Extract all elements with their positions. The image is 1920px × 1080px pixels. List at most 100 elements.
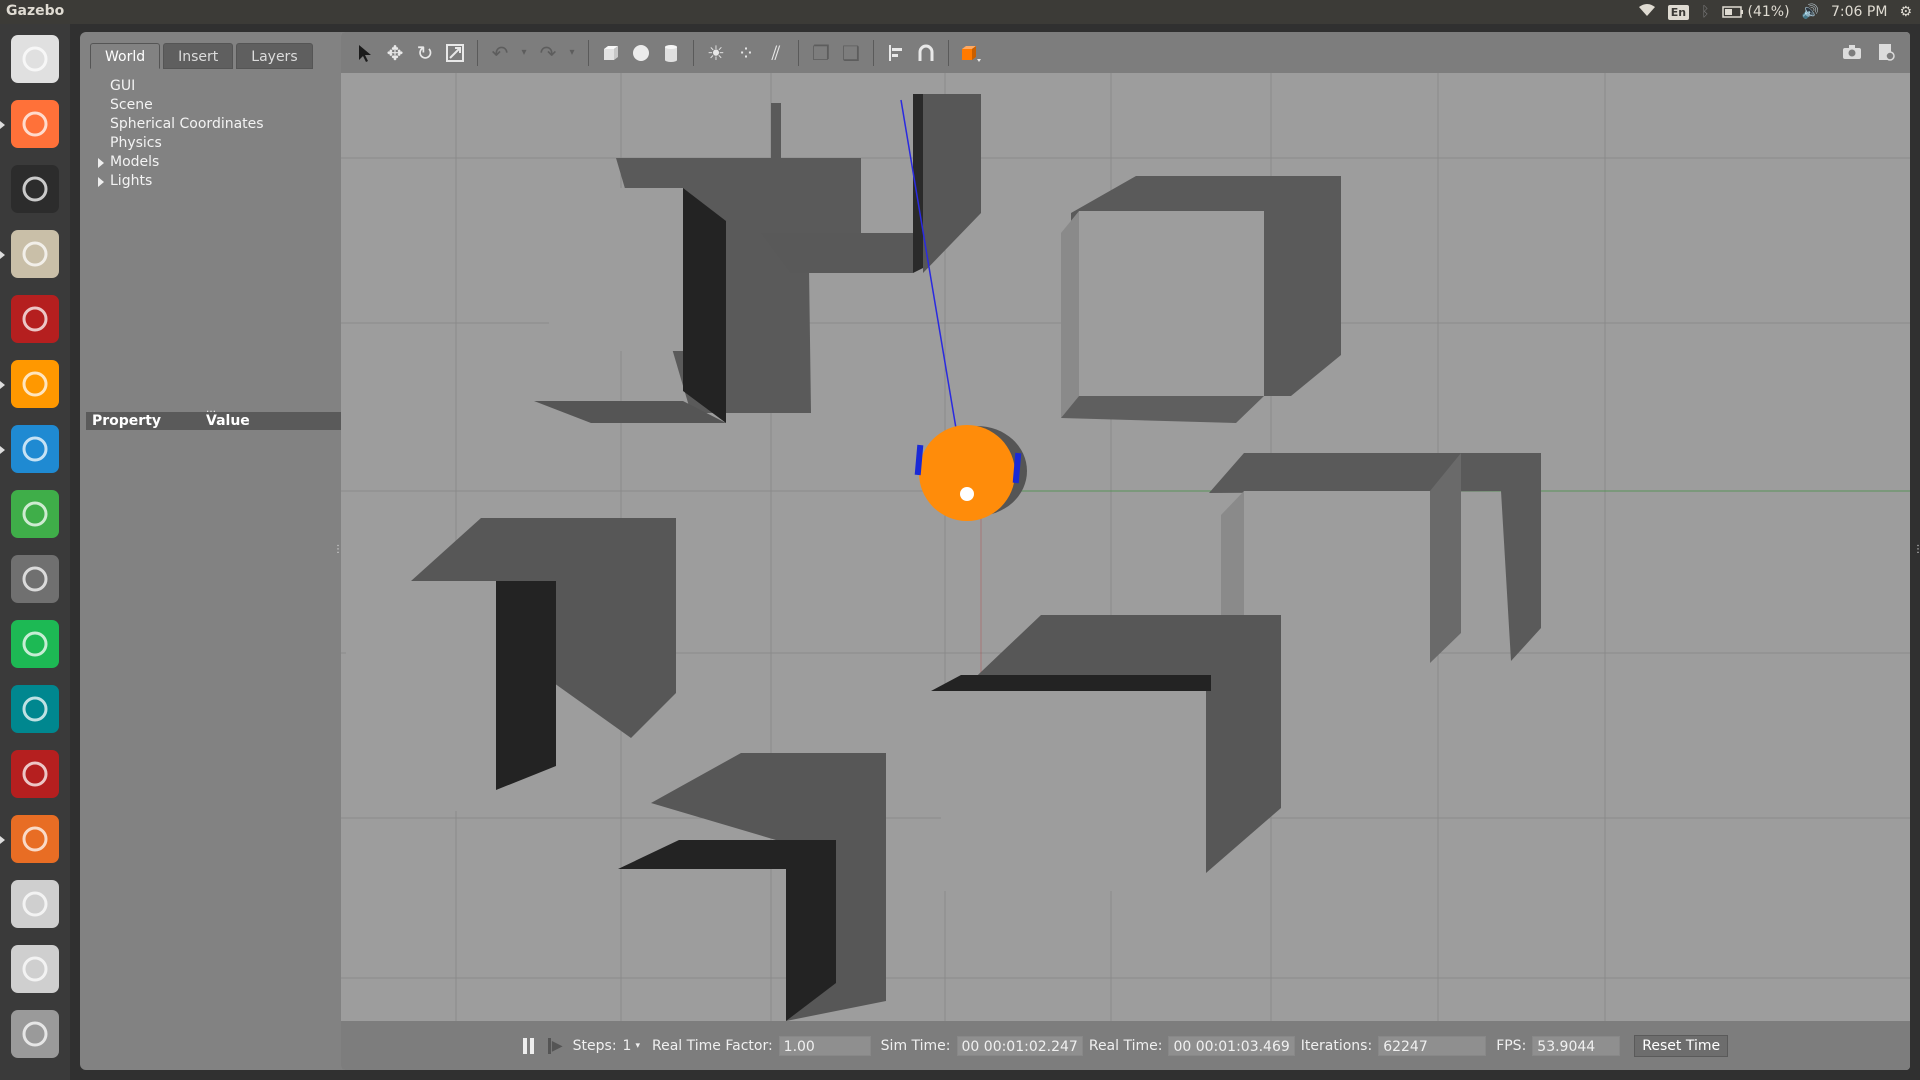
scene-render[interactable] [341,73,1910,1021]
tree-item-label: Spherical Coordinates [110,116,264,132]
launcher-item[interactable] [6,160,64,218]
sim-time-field[interactable]: 00 00:01:02.247 [956,1035,1083,1056]
reset-time-button[interactable]: Reset Time [1634,1034,1729,1057]
tree-item-label: GUI [110,78,136,94]
redo-icon[interactable]: ↷ [534,38,562,68]
clock[interactable]: 7:06 PM [1831,4,1887,20]
launcher-item[interactable] [6,875,64,933]
launcher-item[interactable] [6,550,64,608]
wall-shadow [771,158,861,233]
box-icon[interactable] [597,38,625,68]
tree-item-scene[interactable]: Scene [94,96,264,115]
volume-icon[interactable]: 🔊 [1802,4,1819,20]
remote-desktop-icon [11,295,59,343]
battery-indicator[interactable]: (41%) [1721,4,1790,20]
spot-light-icon[interactable]: ⁘ [732,38,760,68]
top-toolbar: ✥ ↻ ↶ ▾ ↷ ▾ ☀ ⁘ ⫽ ❐ ❑ [341,32,1910,73]
step-icon[interactable]: ▶ [547,1037,563,1054]
system-top-bar: Gazebo En ᛒ (41%) 🔊 7:06 PM ⚙ [0,0,1920,24]
redo-dropdown-icon[interactable]: ▾ [564,38,580,68]
view-angle-icon[interactable] [957,38,985,68]
tree-item-physics[interactable]: Physics [94,134,264,153]
snap-icon[interactable] [912,38,940,68]
robot-body[interactable] [919,425,1015,521]
copy-icon[interactable]: ❐ [807,38,835,68]
real-time-factor-field[interactable]: 1.00 [778,1035,871,1056]
steps-spinbox[interactable]: 1 ▾ [623,1038,640,1054]
scale-icon[interactable] [441,38,469,68]
steps-dropdown-icon[interactable]: ▾ [635,1041,640,1051]
launcher-item[interactable] [0,225,64,283]
select-arrow-icon[interactable] [351,38,379,68]
spreadsheet-icon [11,490,59,538]
align-icon[interactable] [882,38,910,68]
tab-world[interactable]: World [90,43,161,69]
rotate-icon[interactable]: ↻ [411,38,439,68]
real-time-field[interactable]: 00 00:01:03.469 [1168,1035,1295,1056]
directional-light-icon[interactable]: ⫽ [762,38,790,68]
launcher-item[interactable] [6,30,64,88]
pause-icon[interactable] [522,1037,534,1054]
remote-desktop-2-icon [11,750,59,798]
system-tray: En ᛒ (41%) 🔊 7:06 PM ⚙ [1638,2,1912,22]
tree-item-label: Models [110,154,160,170]
terminal-icon [11,165,59,213]
launcher-item[interactable] [6,485,64,543]
iterations-field[interactable]: 62247 [1378,1035,1487,1056]
sphere-icon[interactable] [627,38,655,68]
value-column-header[interactable]: Value [206,413,250,429]
launcher-item[interactable] [0,355,64,413]
left-splitter-grip[interactable]: ⋮ [333,544,343,555]
tree-item-gui[interactable]: GUI [94,77,264,96]
keyboard-layout-indicator[interactable]: En [1667,4,1690,20]
fps-field[interactable]: 53.9044 [1532,1035,1621,1056]
3d-viewport[interactable]: ✥ ↻ ↶ ▾ ↷ ▾ ☀ ⁘ ⫽ ❐ ❑ ▶ Steps: 1 ▾ Real … [341,32,1910,1070]
launcher-item[interactable] [0,95,64,153]
undo-icon[interactable]: ↶ [486,38,514,68]
launcher-item[interactable] [6,615,64,673]
expand-arrow-icon[interactable] [98,158,104,168]
property-column-header[interactable]: Property [86,413,206,429]
cylinder-icon[interactable] [657,38,685,68]
panel-tabs: World Insert Layers [90,43,313,69]
tree-item-label: Scene [110,97,153,113]
log-icon[interactable] [1874,38,1898,66]
toolbar-separator [948,39,949,66]
tree-item-label: Physics [110,135,162,151]
right-splitter-grip[interactable]: ⋮ [1913,544,1920,555]
tree-item-spherical-coordinates[interactable]: Spherical Coordinates [94,115,264,134]
power-gear-icon[interactable]: ⚙ [1899,4,1912,20]
toolbar-separator [693,39,694,66]
tab-layers[interactable]: Layers [236,43,313,69]
launcher-item[interactable] [0,810,64,868]
launcher-item[interactable] [0,420,64,478]
expand-arrow-icon[interactable] [98,177,104,187]
battery-icon [1721,6,1743,18]
wifi-icon[interactable] [1638,3,1656,21]
paste-icon[interactable]: ❑ [837,38,865,68]
gazebo-window: World Insert Layers GUI Scene Spherical … [70,24,1920,1080]
bluetooth-icon[interactable]: ᛒ [1701,4,1709,20]
launcher-item[interactable] [6,940,64,998]
tab-insert[interactable]: Insert [163,43,234,69]
point-light-icon[interactable]: ☀ [702,38,730,68]
trash-icon [11,1010,59,1058]
steps-value[interactable]: 1 [623,1038,632,1054]
launcher-item[interactable] [6,745,64,803]
drive-icon [11,880,59,928]
firefox-icon [11,100,59,148]
running-indicator [0,251,5,259]
translate-icon[interactable]: ✥ [381,38,409,68]
launcher-item[interactable] [6,1005,64,1063]
wall-face [683,188,726,423]
screenshot-icon[interactable] [1840,38,1864,66]
launcher-item[interactable] [6,680,64,738]
running-indicator [0,836,5,844]
undo-dropdown-icon[interactable]: ▾ [516,38,532,68]
wall-top [1079,211,1264,396]
running-indicator [0,381,5,389]
tree-item-models[interactable]: Models [94,153,264,172]
tree-item-lights[interactable]: Lights [94,172,264,191]
fps-label: FPS: [1496,1037,1527,1054]
launcher-item[interactable] [6,290,64,348]
